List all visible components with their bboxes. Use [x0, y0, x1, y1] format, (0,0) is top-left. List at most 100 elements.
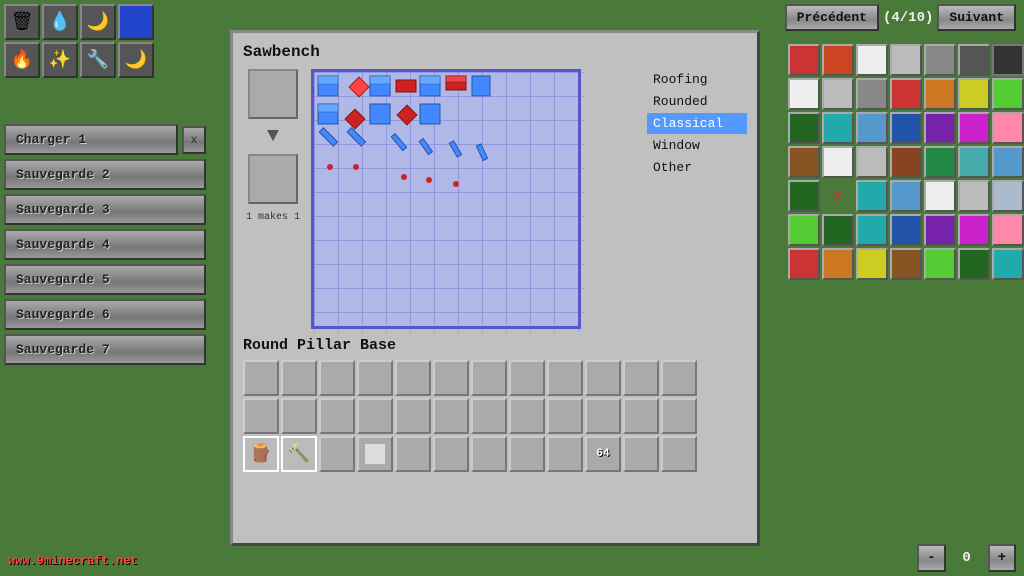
- item-slot[interactable]: [788, 180, 820, 212]
- sauvegarde-3-button[interactable]: Sauvegarde 3: [4, 194, 206, 225]
- inv-slot[interactable]: [547, 360, 583, 396]
- inv-slot[interactable]: [281, 398, 317, 434]
- item-slot[interactable]: [788, 112, 820, 144]
- item-slot[interactable]: [890, 112, 922, 144]
- item-slot[interactable]: [992, 78, 1024, 110]
- inv-slot[interactable]: [319, 398, 355, 434]
- item-slot[interactable]: [856, 180, 888, 212]
- item-slot[interactable]: [958, 180, 990, 212]
- item-slot[interactable]: [822, 248, 854, 280]
- item-slot[interactable]: [924, 248, 956, 280]
- charger-1-button[interactable]: Charger 1: [4, 124, 178, 155]
- item-slot[interactable]: [822, 214, 854, 246]
- item-slot[interactable]: [856, 248, 888, 280]
- moon2-icon[interactable]: 🌙: [118, 42, 154, 78]
- inv-slot[interactable]: [395, 398, 431, 434]
- previous-button[interactable]: Précédent: [785, 4, 879, 31]
- nav-plus-button[interactable]: +: [988, 544, 1016, 572]
- category-roofing[interactable]: Roofing: [647, 69, 747, 90]
- sauvegarde-4-button[interactable]: Sauvegarde 4: [4, 229, 206, 260]
- item-slot[interactable]: [822, 146, 854, 178]
- item-slot[interactable]: [822, 44, 854, 76]
- item-slot[interactable]: [992, 146, 1024, 178]
- item-slot[interactable]: [890, 78, 922, 110]
- item-slot[interactable]: [992, 180, 1024, 212]
- item-slot[interactable]: [992, 44, 1024, 76]
- item-slot[interactable]: [890, 180, 922, 212]
- inv-slot[interactable]: [509, 398, 545, 434]
- tool-slot-8[interactable]: [509, 436, 545, 472]
- item-slot[interactable]: [924, 214, 956, 246]
- inv-slot[interactable]: [433, 360, 469, 396]
- item-slot[interactable]: [856, 112, 888, 144]
- tool-slot-3[interactable]: [319, 436, 355, 472]
- inv-slot[interactable]: [585, 360, 621, 396]
- item-slot[interactable]: [924, 78, 956, 110]
- item-slot[interactable]: [788, 44, 820, 76]
- wrench-icon[interactable]: 🔧: [80, 42, 116, 78]
- inv-slot[interactable]: [661, 360, 697, 396]
- item-slot[interactable]: [924, 112, 956, 144]
- category-window[interactable]: Window: [647, 135, 747, 156]
- item-slot[interactable]: [788, 214, 820, 246]
- inv-slot[interactable]: [433, 398, 469, 434]
- item-slot[interactable]: [992, 214, 1024, 246]
- tool-slot-11[interactable]: [623, 436, 659, 472]
- tool-slot-12[interactable]: [661, 436, 697, 472]
- category-rounded[interactable]: Rounded: [647, 91, 747, 112]
- item-slot[interactable]: [788, 146, 820, 178]
- sauvegarde-5-button[interactable]: Sauvegarde 5: [4, 264, 206, 295]
- item-slot[interactable]: [890, 214, 922, 246]
- inv-slot[interactable]: [243, 398, 279, 434]
- inv-slot[interactable]: [471, 398, 507, 434]
- item-slot[interactable]: [856, 78, 888, 110]
- item-slot[interactable]: [958, 112, 990, 144]
- sauvegarde-7-button[interactable]: Sauvegarde 7: [4, 334, 206, 365]
- item-slot[interactable]: [788, 248, 820, 280]
- item-slot[interactable]: [822, 112, 854, 144]
- item-slot[interactable]: [890, 146, 922, 178]
- item-slot[interactable]: [958, 214, 990, 246]
- item-slot[interactable]: [924, 146, 956, 178]
- item-slot[interactable]: [788, 78, 820, 110]
- item-slot[interactable]: [992, 112, 1024, 144]
- star-icon[interactable]: ✨: [42, 42, 78, 78]
- inv-slot[interactable]: [661, 398, 697, 434]
- item-slot[interactable]: [890, 44, 922, 76]
- fire-icon[interactable]: 🔥: [4, 42, 40, 78]
- tool-slot-10[interactable]: 64: [585, 436, 621, 472]
- blue-icon[interactable]: [118, 4, 154, 40]
- tool-slot-6[interactable]: [433, 436, 469, 472]
- moon-icon[interactable]: 🌙: [80, 4, 116, 40]
- item-slot[interactable]: [924, 44, 956, 76]
- item-slot[interactable]: [822, 78, 854, 110]
- item-slot[interactable]: [890, 248, 922, 280]
- inv-slot[interactable]: [243, 360, 279, 396]
- inv-slot[interactable]: [357, 398, 393, 434]
- tool-slot-stick[interactable]: 🪵: [243, 436, 279, 472]
- sauvegarde-6-button[interactable]: Sauvegarde 6: [4, 299, 206, 330]
- inv-slot[interactable]: [623, 398, 659, 434]
- inv-slot[interactable]: [509, 360, 545, 396]
- water-icon[interactable]: 💧: [42, 4, 78, 40]
- tool-slot-axe[interactable]: 🔨: [281, 436, 317, 472]
- inv-slot[interactable]: [585, 398, 621, 434]
- nav-minus-button[interactable]: -: [917, 544, 945, 572]
- inv-slot[interactable]: [471, 360, 507, 396]
- item-slot[interactable]: [856, 214, 888, 246]
- next-button[interactable]: Suivant: [937, 4, 1016, 31]
- tool-slot-9[interactable]: [547, 436, 583, 472]
- tool-slot-5[interactable]: [395, 436, 431, 472]
- inv-slot[interactable]: [357, 360, 393, 396]
- item-slot[interactable]: [856, 44, 888, 76]
- tool-slot-7[interactable]: [471, 436, 507, 472]
- output-slot-top[interactable]: [248, 69, 298, 119]
- inv-slot[interactable]: [547, 398, 583, 434]
- sauvegarde-2-button[interactable]: Sauvegarde 2: [4, 159, 206, 190]
- inv-slot[interactable]: [395, 360, 431, 396]
- item-slot[interactable]: [924, 180, 956, 212]
- category-other[interactable]: Other: [647, 157, 747, 178]
- inv-slot[interactable]: [319, 360, 355, 396]
- trash-icon[interactable]: 🗑: [4, 4, 40, 40]
- item-slot[interactable]: [958, 78, 990, 110]
